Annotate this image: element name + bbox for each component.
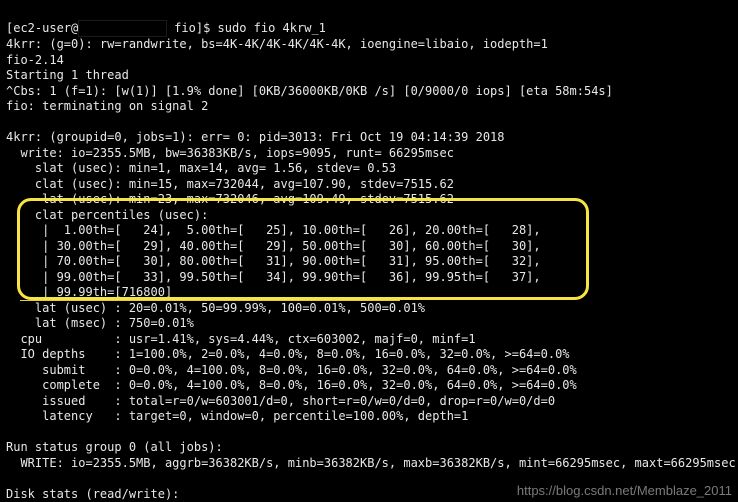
fio-percentile-row: | 1.00th=[ 24], 5.00th=[ 25], 10.00th=[ …: [6, 223, 541, 237]
fio-io-depths: IO depths : 1=100.0%, 2=0.0%, 4=0.0%, 8=…: [6, 347, 570, 361]
fio-percentile-row: | 30.00th=[ 29], 40.00th=[ 29], 50.00th=…: [6, 239, 541, 253]
fio-write-summary: write: io=2355.5MB, bw=36383KB/s, iops=9…: [6, 146, 454, 160]
fio-slat: slat (usec): min=1, max=14, avg= 1.56, s…: [6, 161, 396, 175]
watermark-text: https://blog.csdn.net/Memblaze_2011: [517, 483, 732, 499]
fio-clat: clat (usec): min=15, max=732044, avg=107…: [6, 177, 454, 191]
fio-cpu: cpu : usr=1.41%, sys=4.44%, ctx=603002, …: [6, 332, 476, 346]
fio-run-status-header: Run status group 0 (all jobs):: [6, 440, 223, 454]
fio-lat: lat (usec): min=23, max=732046, avg=109.…: [6, 192, 454, 206]
fio-latency-cfg: latency : target=0, window=0, percentile…: [6, 409, 468, 423]
fio-percentile-row: | 99.00th=[ 33], 99.50th=[ 34], 99.90th=…: [6, 270, 541, 284]
fio-job-header: 4krr: (g=0): rw=randwrite, bs=4K-4K/4K-4…: [6, 37, 548, 51]
fio-issued: issued : total=r=0/w=603001/d=0, short=r…: [6, 394, 555, 408]
prompt-line-1: [ec2-user@ fio]$ sudo fio 4krw_1: [6, 21, 326, 35]
fio-version: fio-2.14: [6, 53, 64, 67]
fio-lat-msec-dist: lat (msec) : 750=0.01%: [6, 316, 194, 330]
command-text: sudo fio 4krw_1: [218, 21, 326, 35]
fio-percentile-row: | 70.00th=[ 30], 80.00th=[ 31], 90.00th=…: [6, 254, 541, 268]
terminal-output[interactable]: [ec2-user@ fio]$ sudo fio 4krw_1 4krr: (…: [0, 0, 738, 502]
fio-submit: submit : 0=0.0%, 4=100.0%, 8=0.0%, 16=0.…: [6, 363, 577, 377]
fio-terminate: fio: terminating on signal 2: [6, 99, 208, 113]
fio-percentiles-header: clat percentiles (usec):: [6, 208, 208, 222]
redacted-hostname: [78, 20, 167, 38]
fio-complete: complete : 0=0.0%, 4=100.0%, 8=0.0%, 16=…: [6, 378, 577, 392]
fio-starting: Starting 1 thread: [6, 68, 129, 82]
fio-group-header: 4krr: (groupid=0, jobs=1): err= 0: pid=3…: [6, 130, 505, 144]
fio-run-status-write: WRITE: io=2355.5MB, aggrb=36382KB/s, min…: [6, 456, 736, 470]
fio-progress: ^Cbs: 1 (f=1): [w(1)] [1.9% done] [0KB/3…: [6, 84, 613, 98]
fio-disk-stats-header: Disk stats (read/write):: [6, 487, 179, 501]
fio-percentile-row: | 99.99th=[716800]: [6, 285, 172, 299]
fio-lat-usec-dist: lat (usec) : 20=0.01%, 50=99.99%, 100=0.…: [6, 301, 425, 315]
